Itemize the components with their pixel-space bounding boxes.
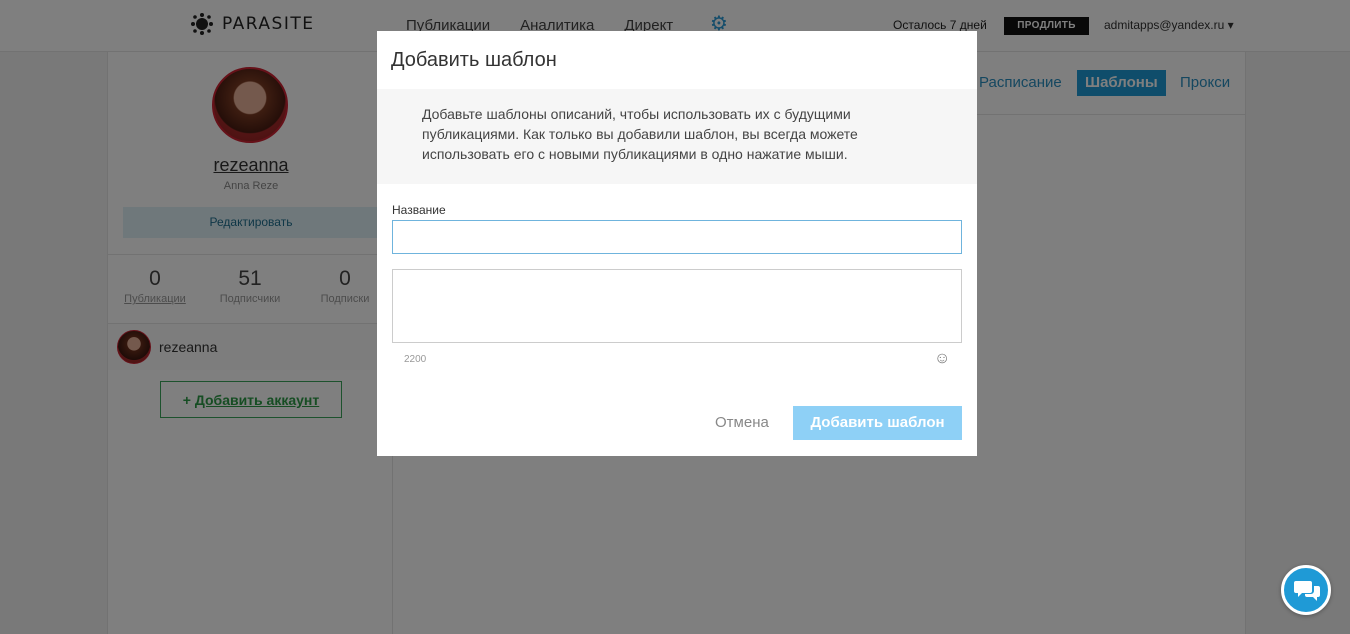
- cancel-button[interactable]: Отмена: [715, 414, 769, 431]
- chat-widget-button[interactable]: [1281, 565, 1331, 615]
- dialog-title: Добавить шаблон: [391, 49, 557, 71]
- chat-icon: [1294, 581, 1320, 601]
- template-body-textarea[interactable]: [392, 269, 962, 343]
- add-template-dialog: Добавить шаблон Добавьте шаблоны описани…: [377, 31, 977, 456]
- dialog-description: Добавьте шаблоны описаний, чтобы использ…: [422, 106, 858, 162]
- template-name-input[interactable]: [392, 220, 962, 254]
- char-counter: 2200: [404, 354, 427, 365]
- dialog-description-box: Добавьте шаблоны описаний, чтобы использ…: [377, 89, 977, 184]
- add-template-button[interactable]: Добавить шаблон: [793, 406, 962, 440]
- template-name-label: Название: [392, 203, 446, 217]
- smiley-icon[interactable]: ☺: [934, 350, 950, 368]
